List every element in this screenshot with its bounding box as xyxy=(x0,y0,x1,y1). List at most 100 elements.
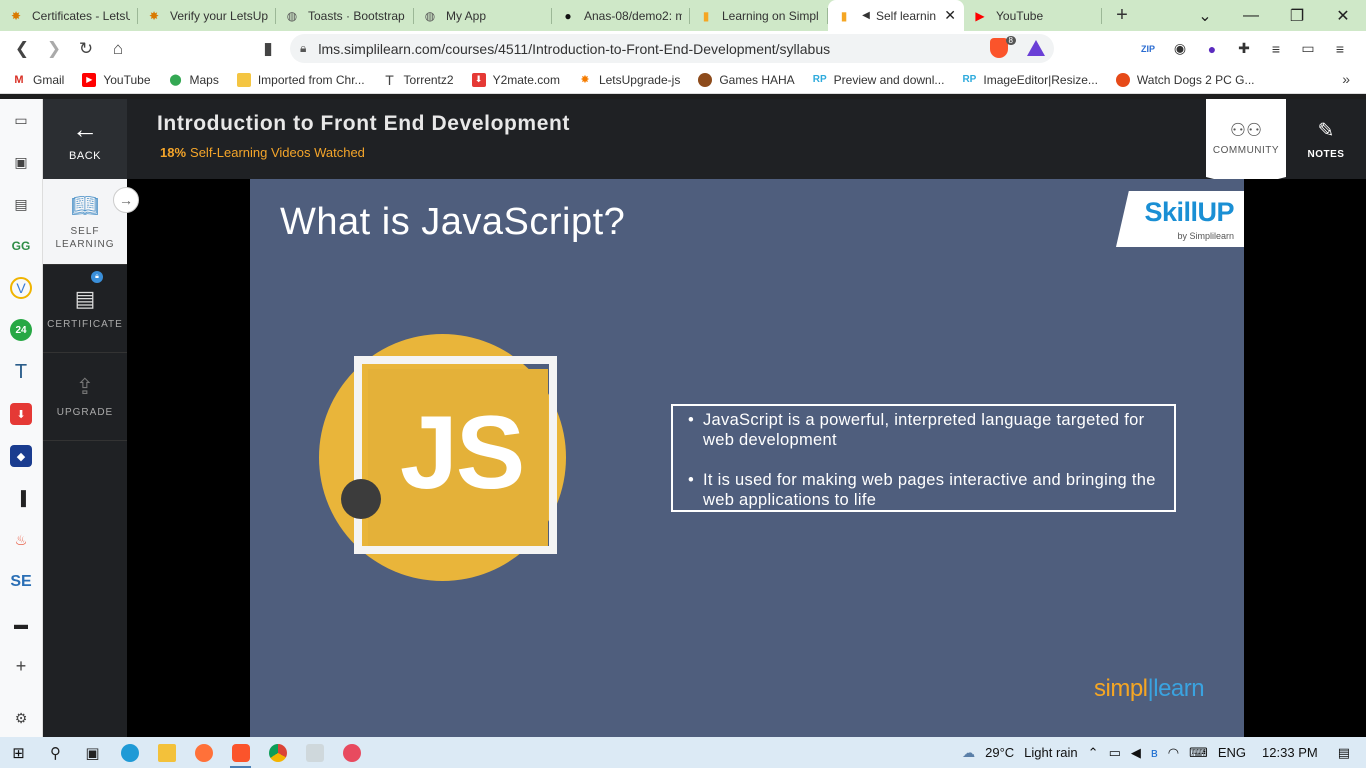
v-icon[interactable]: V xyxy=(10,277,32,299)
bookmark-imageeditor[interactable]: RP ImageEditor|Resize... xyxy=(962,73,1097,87)
battery-icon[interactable]: ▭ xyxy=(1109,745,1121,761)
wallet-icon[interactable]: ▣ xyxy=(10,151,32,173)
search-icon[interactable]: ⚲ xyxy=(37,737,74,768)
brave-rewards-icon[interactable] xyxy=(1027,40,1045,56)
brand-left: simpl xyxy=(1094,675,1148,702)
bookmark-imported[interactable]: Imported from Chr... xyxy=(236,72,365,87)
letsupgrade-icon: ✸ xyxy=(580,74,590,86)
bookmark-watchdogs[interactable]: Watch Dogs 2 PC G... xyxy=(1115,72,1255,87)
video-icon[interactable]: ▭ xyxy=(10,109,32,131)
globe-icon: ◍ xyxy=(424,8,436,23)
home-icon[interactable]: ⌂ xyxy=(102,34,134,64)
windows-start-icon[interactable]: ⊞ xyxy=(0,737,37,768)
js-logo-text: JS xyxy=(400,395,525,511)
brave-icon[interactable] xyxy=(222,737,259,768)
bookmark-youtube[interactable]: ▶ YouTube xyxy=(82,72,151,87)
playlist-icon[interactable]: ≡ xyxy=(1260,41,1292,57)
nav-certificate[interactable]: ▤ 🔒︎ CERTIFICATE xyxy=(43,265,127,353)
new-tab-button[interactable]: + xyxy=(1102,0,1142,31)
address-bar[interactable]: 🔒︎ lms.simplilearn.com/courses/4511/Intr… xyxy=(290,34,1054,63)
collapse-nav-button[interactable]: → xyxy=(113,187,139,213)
extensions-area: ZIP ◉ ● ✚ ≡ ▭ ≡ xyxy=(1132,31,1356,66)
paint-icon[interactable] xyxy=(333,737,370,768)
tab-search-icon[interactable]: ⌄ xyxy=(1182,6,1228,26)
zip-extension-icon[interactable]: ZIP xyxy=(1132,44,1164,54)
edge-icon[interactable] xyxy=(111,737,148,768)
tab-learning-simplilearn[interactable]: ▮ Learning on Simpl xyxy=(690,0,828,31)
bus-icon[interactable]: ▬ xyxy=(10,613,32,635)
bookmark-icon[interactable]: ▮ xyxy=(252,34,284,64)
weather-text[interactable]: Light rain xyxy=(1024,745,1077,760)
bookmark-letsupgrade[interactable]: ✸ LetsUpgrade-js xyxy=(578,73,680,87)
wifi-icon[interactable]: ◠ xyxy=(1168,745,1179,761)
skillup-logo: SkillUP by Simplilearn xyxy=(1116,191,1244,247)
bookmark-label: Gmail xyxy=(33,72,65,87)
temperature[interactable]: 29°C xyxy=(985,745,1014,760)
tab-self-learning[interactable]: ▮ ◀ Self learnin ✕ xyxy=(828,0,964,31)
add-icon[interactable]: + xyxy=(10,655,32,677)
volume-icon[interactable]: ◀ xyxy=(1131,745,1141,761)
bookmark-gmail[interactable]: M Gmail xyxy=(12,73,64,87)
tab-github[interactable]: ● Anas-08/demo2: m xyxy=(552,0,690,31)
tab-youtube[interactable]: ▶ YouTube xyxy=(964,0,1102,31)
close-tab-icon[interactable]: ✕ xyxy=(944,7,956,24)
restore-icon[interactable]: ❐ xyxy=(1274,6,1320,26)
bullet-box: • JavaScript is a powerful, interpreted … xyxy=(671,404,1176,512)
notes-button[interactable]: ✎ NOTES xyxy=(1286,99,1366,179)
bookmark-games[interactable]: Games HAHA xyxy=(698,72,795,87)
app-24-icon[interactable]: 24 xyxy=(10,319,32,341)
weather-icon[interactable]: ☁ xyxy=(962,745,975,761)
git-icon[interactable] xyxy=(296,737,333,768)
bookmark-label: YouTube xyxy=(103,72,151,87)
back-button[interactable]: ← BACK xyxy=(43,99,127,179)
keyboard-icon[interactable]: ⌨ xyxy=(1189,745,1208,761)
bookmark-y2mate[interactable]: ⬇ Y2mate.com xyxy=(471,72,560,87)
community-button[interactable]: ⚇⚇ COMMUNITY xyxy=(1206,99,1286,187)
reload-icon[interactable]: ↻ xyxy=(70,34,102,64)
geeksforgeeks-icon[interactable]: GG xyxy=(10,235,32,257)
simplilearn-icon: ▮ xyxy=(840,8,848,23)
people-icon: ⚇⚇ xyxy=(1229,120,1263,140)
reading-list-icon[interactable]: ▤ xyxy=(10,193,32,215)
file-explorer-icon[interactable] xyxy=(148,737,185,768)
nav-upgrade[interactable]: ⇪ UPGRADE xyxy=(43,353,127,441)
video-player[interactable]: What is JavaScript? SkillUP by Simplilea… xyxy=(127,179,1366,737)
js-logo-dot xyxy=(341,479,381,519)
tab-title: Toasts · Bootstrap xyxy=(308,8,405,23)
download-extension-icon[interactable]: ● xyxy=(1196,41,1228,57)
bluetooth-icon[interactable]: ʙ xyxy=(1151,745,1158,760)
back-nav-icon[interactable]: ❮ xyxy=(6,34,38,64)
settings-icon[interactable]: ⚙ xyxy=(10,707,32,729)
chevron-up-icon[interactable]: ⌃ xyxy=(1088,745,1099,761)
stackexchange-icon[interactable]: SE xyxy=(10,571,32,593)
menu-icon[interactable]: ≡ xyxy=(1324,41,1356,57)
bookmark-preview[interactable]: RP Preview and downl... xyxy=(813,73,945,87)
more-bookmarks-icon[interactable]: » xyxy=(1342,71,1350,87)
fire-icon[interactable]: ♨ xyxy=(10,529,32,551)
task-view-icon[interactable]: ▣ xyxy=(74,737,111,768)
extension-icon[interactable]: ◉ xyxy=(1164,40,1196,57)
tab-certificates[interactable]: ✸ Certificates - LetsU xyxy=(0,0,138,31)
clock[interactable]: 12:33 PM xyxy=(1262,745,1318,760)
wallet-icon[interactable]: ▭ xyxy=(1292,40,1324,57)
tab-my-app[interactable]: ◍ My App xyxy=(414,0,552,31)
language-indicator[interactable]: ENG xyxy=(1218,745,1246,760)
bookmark-torrentz[interactable]: T Torrentz2 xyxy=(383,72,453,88)
notifications-icon[interactable]: ▤ xyxy=(1338,745,1350,761)
tab-toasts[interactable]: ◍ Toasts · Bootstrap xyxy=(276,0,414,31)
game-icon[interactable]: ◆ xyxy=(10,445,32,467)
chrome-icon[interactable] xyxy=(259,737,296,768)
tab-verify[interactable]: ✸ Verify your LetsUp xyxy=(138,0,276,31)
close-window-icon[interactable]: ✕ xyxy=(1320,6,1366,26)
letsupgrade-icon: ✸ xyxy=(10,8,22,23)
window-controls: ⌄ — ❐ ✕ xyxy=(1182,0,1366,31)
torrentz-icon[interactable]: T xyxy=(10,361,32,383)
firefox-icon[interactable] xyxy=(185,737,222,768)
puzzle-icon[interactable]: ✚ xyxy=(1228,40,1260,57)
minimize-icon[interactable]: — xyxy=(1228,7,1274,25)
download-icon[interactable]: ⬇ xyxy=(10,403,32,425)
skillup-title: SkillUP xyxy=(1144,197,1234,227)
book-icon[interactable]: ▐ xyxy=(10,487,32,509)
bookmark-maps[interactable]: ⬤ Maps xyxy=(169,73,219,87)
forward-nav-icon[interactable]: ❯ xyxy=(38,34,70,64)
